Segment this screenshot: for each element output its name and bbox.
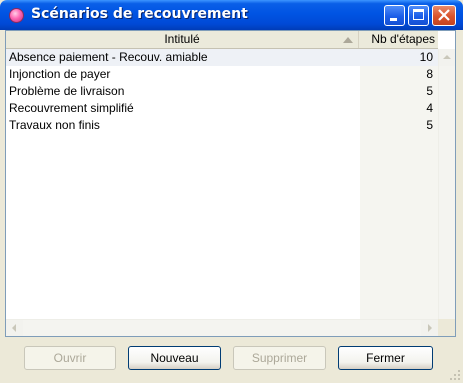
app-icon: [9, 8, 24, 23]
maximize-icon: [413, 9, 424, 20]
new-button[interactable]: Nouveau: [128, 346, 221, 370]
table-row[interactable]: Problème de livraison 5: [6, 83, 438, 100]
list-rows: Absence paiement - Recouv. amiable 10 In…: [6, 49, 438, 134]
minimize-button[interactable]: [384, 5, 405, 26]
resize-grip-icon[interactable]: [449, 369, 461, 381]
close-window-button[interactable]: [432, 5, 456, 26]
scroll-left-button[interactable]: [6, 320, 23, 336]
row-title: Travaux non finis: [9, 118, 100, 132]
row-steps: 10: [419, 50, 433, 64]
arrow-left-icon: [12, 324, 16, 332]
row-steps: 5: [426, 84, 433, 98]
row-title: Absence paiement - Recouv. amiable: [9, 50, 208, 64]
close-button[interactable]: Fermer: [338, 346, 433, 370]
window-title: Scénarios de recouvrement: [31, 6, 248, 22]
column-header-title[interactable]: Intitulé: [6, 31, 359, 48]
scrollbar-corner: [438, 319, 455, 336]
row-title: Injonction de payer: [9, 67, 111, 81]
maximize-button[interactable]: [408, 5, 429, 26]
horizontal-scrollbar[interactable]: [6, 319, 438, 336]
scroll-up-button[interactable]: [439, 49, 455, 66]
column-header-steps[interactable]: Nb d'étapes: [359, 31, 438, 48]
sort-ascending-icon: [343, 37, 353, 43]
table-row[interactable]: Injonction de payer 8: [6, 66, 438, 83]
row-title: Problème de livraison: [9, 84, 125, 98]
open-button[interactable]: Ouvrir: [24, 346, 116, 370]
minimize-icon: [390, 18, 397, 21]
row-steps: 5: [426, 118, 433, 132]
dialog-window: Scénarios de recouvrement Intitulé Nb d'…: [0, 0, 463, 383]
table-row[interactable]: Recouvrement simplifié 4: [6, 100, 438, 117]
scroll-right-button[interactable]: [421, 320, 438, 336]
title-bar[interactable]: Scénarios de recouvrement: [0, 0, 463, 30]
row-steps: 4: [426, 101, 433, 115]
arrow-up-icon: [443, 55, 451, 59]
scenario-list[interactable]: Intitulé Nb d'étapes Absence paiement - …: [5, 30, 456, 337]
table-row[interactable]: Travaux non finis 5: [6, 117, 438, 134]
close-icon: [438, 9, 450, 21]
vertical-scrollbar[interactable]: [438, 49, 455, 336]
table-row[interactable]: Absence paiement - Recouv. amiable 10: [6, 49, 438, 66]
list-header: Intitulé Nb d'étapes: [6, 31, 438, 49]
row-steps: 8: [426, 67, 433, 81]
arrow-right-icon: [428, 324, 432, 332]
delete-button[interactable]: Supprimer: [233, 346, 326, 370]
row-title: Recouvrement simplifié: [9, 101, 134, 115]
